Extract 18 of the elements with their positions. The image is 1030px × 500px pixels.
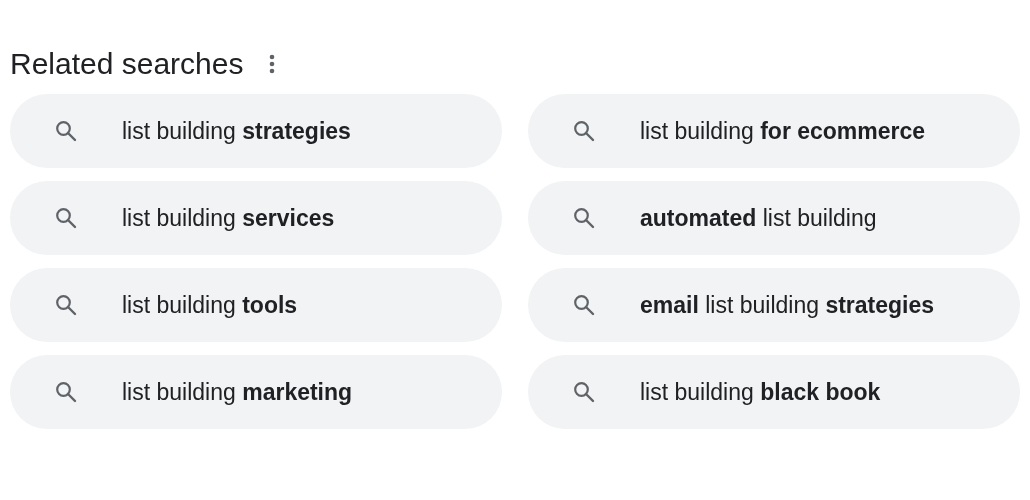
related-search-chip[interactable]: list building tools xyxy=(10,268,502,342)
related-search-chip[interactable]: email list building strategies xyxy=(528,268,1020,342)
search-icon xyxy=(54,293,78,317)
related-search-chip[interactable]: list building for ecommerce xyxy=(528,94,1020,168)
section-title: Related searches xyxy=(10,46,244,82)
related-search-chip[interactable]: list building marketing xyxy=(10,355,502,429)
search-icon xyxy=(572,380,596,404)
search-icon xyxy=(572,119,596,143)
related-search-chip[interactable]: list building services xyxy=(10,181,502,255)
search-icon xyxy=(572,206,596,230)
more-options-icon[interactable] xyxy=(269,54,276,74)
search-icon xyxy=(54,380,78,404)
related-search-chip[interactable]: list building strategies xyxy=(10,94,502,168)
related-search-chip[interactable]: automated list building xyxy=(528,181,1020,255)
search-icon xyxy=(54,119,78,143)
search-icon xyxy=(54,206,78,230)
related-search-chip[interactable]: list building black book xyxy=(528,355,1020,429)
search-icon xyxy=(572,293,596,317)
